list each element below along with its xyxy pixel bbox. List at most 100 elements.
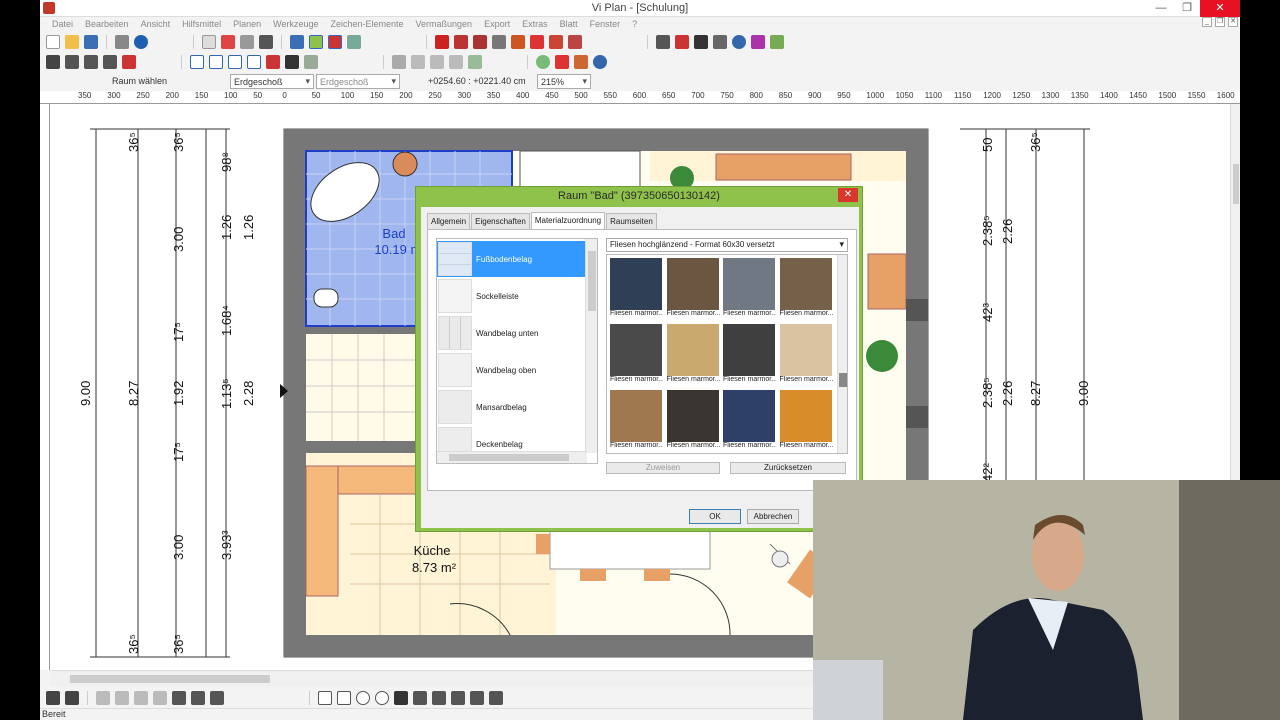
tab-eigenschaften[interactable]: Eigenschaften <box>471 213 530 229</box>
wall-w-icon[interactable] <box>190 55 204 69</box>
offset-icon[interactable] <box>430 55 444 69</box>
roof-tool-icon[interactable] <box>511 35 525 49</box>
delete-x-icon[interactable] <box>555 55 569 69</box>
material-select[interactable]: Fliesen hochglänzend - Format 60x30 vers… <box>606 238 848 252</box>
window-tool-icon[interactable] <box>454 35 468 49</box>
measure-icon[interactable] <box>347 35 361 49</box>
floor-b-icon[interactable] <box>209 55 223 69</box>
slab-s-icon[interactable] <box>228 55 242 69</box>
doc-close-button[interactable]: ✕ <box>1228 17 1238 27</box>
info-icon[interactable] <box>134 35 148 49</box>
new-file-icon[interactable] <box>46 35 60 49</box>
pen-icon[interactable] <box>285 55 299 69</box>
doc-minimize-button[interactable]: _ <box>1202 17 1212 27</box>
category-vscroll[interactable] <box>585 239 597 453</box>
column-tool-icon[interactable] <box>656 35 670 49</box>
snap-grid-icon[interactable] <box>309 35 323 49</box>
material-tile[interactable]: Fliesen marmor... <box>609 387 663 453</box>
section-tool-icon[interactable] <box>713 35 727 49</box>
menu-vermassungen[interactable]: Vermaßungen <box>410 17 479 31</box>
eraser-icon[interactable] <box>266 55 280 69</box>
component-tool-icon[interactable] <box>568 35 582 49</box>
reference-floor-select[interactable]: Erdgeschoß <box>316 74 400 89</box>
menu-export[interactable]: Export <box>478 17 516 31</box>
roof-house-icon[interactable] <box>122 55 136 69</box>
menu-help[interactable]: ? <box>626 17 643 31</box>
beam-tool-icon[interactable] <box>675 35 689 49</box>
menu-fenster[interactable]: Fenster <box>584 17 627 31</box>
rectangle-icon[interactable] <box>318 691 332 705</box>
category-sockelleiste[interactable]: Sockelleiste <box>437 278 585 314</box>
text-cursor-icon[interactable] <box>694 35 708 49</box>
material-tile[interactable]: Fliesen marmor... <box>666 321 720 387</box>
select-frame-icon[interactable] <box>46 55 60 69</box>
paste-icon[interactable] <box>191 691 205 705</box>
menu-planen[interactable]: Planen <box>227 17 267 31</box>
house-icon[interactable] <box>84 55 98 69</box>
pan-hand-icon[interactable] <box>259 35 273 49</box>
print-icon[interactable] <box>115 35 129 49</box>
material-tile[interactable]: Fliesen marmor... <box>779 387 833 453</box>
furniture-tool-icon[interactable] <box>549 35 563 49</box>
material-tile[interactable]: Fliesen marmor... <box>722 321 776 387</box>
room-r-icon[interactable] <box>247 55 261 69</box>
zoom-all-icon[interactable] <box>240 35 254 49</box>
ellipse-icon[interactable] <box>375 691 389 705</box>
zoom-in-icon[interactable] <box>221 35 235 49</box>
wall-tool-icon[interactable] <box>435 35 449 49</box>
object-tool-icon[interactable] <box>530 35 544 49</box>
assign-button[interactable]: Zuweisen <box>606 462 720 474</box>
menu-ansicht[interactable]: Ansicht <box>135 17 177 31</box>
snap-point-icon[interactable] <box>328 35 342 49</box>
copy-obj-icon[interactable] <box>134 691 148 705</box>
text-a-icon[interactable] <box>394 691 408 705</box>
material-grid-scrollbar[interactable] <box>837 255 847 453</box>
reset-button[interactable]: Zurücksetzen <box>730 462 846 474</box>
close-button[interactable]: ✕ <box>1200 0 1240 17</box>
restore-button[interactable]: ❐ <box>1174 0 1200 17</box>
paint-bucket-icon[interactable] <box>304 55 318 69</box>
menu-datei[interactable]: Datei <box>46 17 79 31</box>
material-tile[interactable]: Fliesen marmor... <box>779 321 833 387</box>
tab-raumseiten[interactable]: Raumseiten <box>606 213 657 229</box>
render-icon[interactable] <box>751 35 765 49</box>
layer-icon[interactable] <box>290 35 304 49</box>
menu-werkzeuge[interactable]: Werkzeuge <box>267 17 324 31</box>
group-icon[interactable] <box>96 691 110 705</box>
dialog-close-button[interactable]: ✕ <box>838 188 858 202</box>
leader-icon[interactable] <box>489 691 503 705</box>
open-folder-icon[interactable] <box>65 35 79 49</box>
category-hscroll[interactable] <box>437 451 587 463</box>
hatch-icon[interactable] <box>432 691 446 705</box>
select-cross-icon[interactable] <box>65 691 79 705</box>
material-tile[interactable]: Fliesen marmor... <box>609 321 663 387</box>
trim-icon[interactable] <box>392 55 406 69</box>
menu-extras[interactable]: Extras <box>516 17 554 31</box>
zoom-select[interactable]: 215% <box>537 74 591 89</box>
copy-icon[interactable] <box>468 55 482 69</box>
mirror-icon[interactable] <box>449 55 463 69</box>
home-icon[interactable] <box>65 55 79 69</box>
minimize-button[interactable]: — <box>1148 0 1174 17</box>
save-icon[interactable] <box>84 35 98 49</box>
tab-allgemein[interactable]: Allgemein <box>427 213 471 229</box>
material-tile[interactable]: Fliesen marmor... <box>722 255 776 321</box>
grid-icon[interactable] <box>103 55 117 69</box>
menu-blatt[interactable]: Blatt <box>554 17 584 31</box>
material-tile[interactable]: Fliesen marmor... <box>666 255 720 321</box>
category-wandbelag-oben[interactable]: Wandbelag oben <box>437 352 585 388</box>
cut-icon[interactable] <box>172 691 186 705</box>
menu-bearbeiten[interactable]: Bearbeiten <box>79 17 135 31</box>
select-all-icon[interactable] <box>46 691 60 705</box>
globe-icon[interactable] <box>732 35 746 49</box>
rotate-icon[interactable] <box>153 691 167 705</box>
ok-button[interactable]: OK <box>689 509 741 524</box>
category-fussbodenbelag[interactable]: Fußbodenbelag <box>437 241 585 277</box>
material-tile[interactable]: Fliesen marmor... <box>722 387 776 453</box>
door-tool-icon[interactable] <box>473 35 487 49</box>
move-icon[interactable] <box>574 55 588 69</box>
symbol-icon[interactable] <box>451 691 465 705</box>
polygon-icon[interactable] <box>337 691 351 705</box>
confirm-icon[interactable] <box>536 55 550 69</box>
floor-select[interactable]: Erdgeschoß <box>230 74 314 89</box>
